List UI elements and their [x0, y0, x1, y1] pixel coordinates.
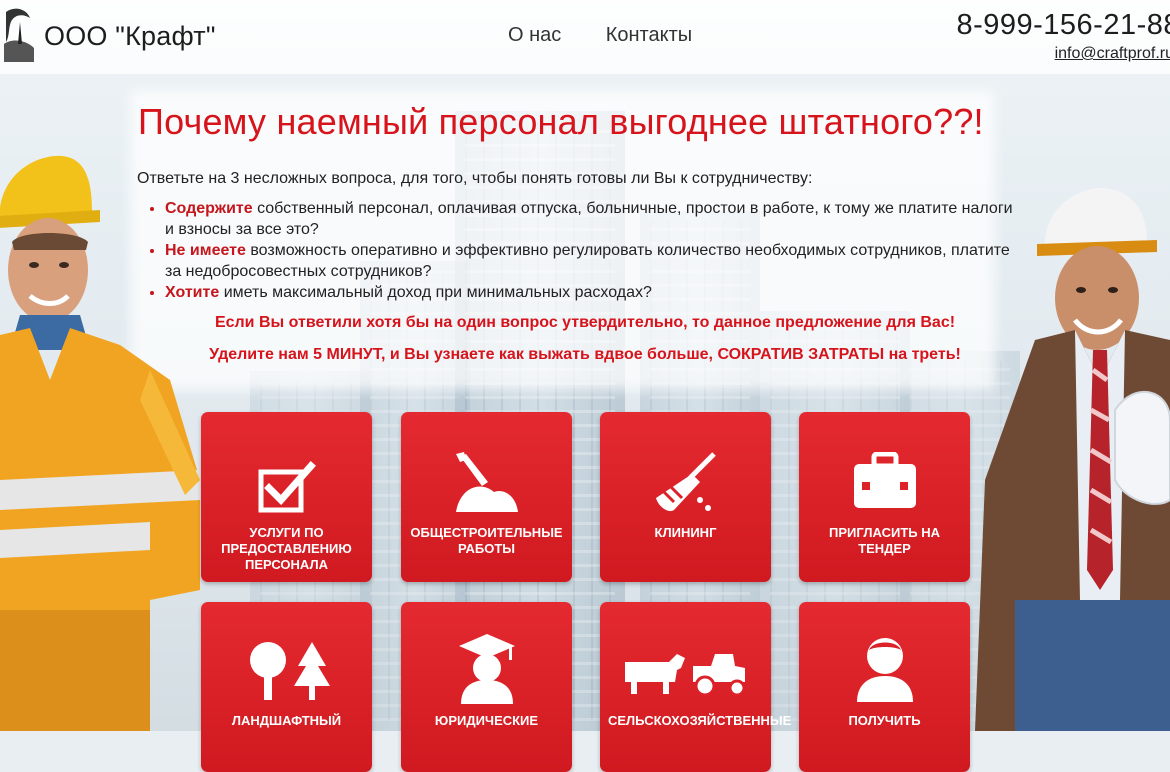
tile-tender[interactable]: ПРИГЛАСИТЬ НА ТЕНДЕР — [799, 412, 970, 582]
graduate-icon — [458, 634, 515, 704]
phone-number[interactable]: 8-999-156-21-88 — [956, 9, 1170, 42]
question-text: иметь максимальный доход при минимальных… — [219, 284, 652, 301]
trees-icon — [249, 642, 330, 700]
question-bold: Содержите — [165, 200, 253, 217]
list-item: Хотите иметь максимальный доход при мини… — [165, 282, 1015, 303]
checkbox-icon — [258, 461, 316, 513]
cow-tractor-icon — [624, 654, 745, 697]
list-item: Не имеете возможность оперативно и эффек… — [165, 240, 1015, 282]
tile-label: ПОЛУЧИТЬ — [848, 713, 921, 728]
briefcase-icon — [853, 452, 916, 508]
site-header: ООО "Крафт" О нас Контакты 8-999-156-21-… — [0, 0, 1170, 74]
email-link[interactable]: info@craftprof.ru — [1055, 45, 1170, 63]
logo-icon[interactable] — [0, 4, 40, 66]
questions-list: Содержите собственный персонал, оплачива… — [145, 198, 1015, 303]
trowel-icon — [455, 452, 518, 512]
tile-staffing[interactable]: УСЛУГИ ПО ПРЕДОСТАВЛЕНИЮ ПЕРСОНАЛА — [201, 412, 372, 582]
question-text: возможность оперативно и эффективно регу… — [165, 242, 1010, 280]
question-bold: Не имеете — [165, 242, 246, 259]
intro-text: Ответьте на 3 несложных вопроса, для тог… — [137, 170, 813, 187]
cta-text-2: Уделите нам 5 МИНУТ, и Вы узнаете как вы… — [209, 346, 961, 363]
tile-label: КЛИНИНГ — [654, 525, 717, 540]
tile-get[interactable]: ПОЛУЧИТЬ — [799, 602, 970, 772]
page-title: Почему наемный персонал выгоднее штатног… — [138, 101, 984, 142]
tile-cleaning[interactable]: КЛИНИНГ — [600, 412, 771, 582]
tile-landscape[interactable]: ЛАНДШАФТНЫЙ — [201, 602, 372, 772]
nav-link-contacts[interactable]: Контакты — [606, 24, 692, 47]
tile-label: ЛАНДШАФТНЫЙ — [231, 713, 342, 728]
person-icon — [856, 638, 913, 702]
tile-construction[interactable]: ОБЩЕСТРОИТЕЛЬНЫЕ РАБОТЫ — [401, 412, 572, 582]
tile-legal[interactable]: ЮРИДИЧЕСКИЕ — [401, 602, 572, 772]
question-text: собственный персонал, оплачивая отпуска,… — [165, 200, 1013, 238]
main-nav: О нас Контакты — [508, 24, 732, 47]
tile-agriculture[interactable]: СЕЛЬСКОХОЗЯЙСТВЕННЫЕ — [600, 602, 792, 772]
nav-link-about[interactable]: О нас — [508, 24, 561, 47]
main-content: Почему наемный персонал выгоднее штатног… — [0, 0, 1170, 772]
broom-icon — [655, 452, 716, 512]
brand-name[interactable]: ООО "Крафт" — [44, 21, 216, 52]
tile-label: ОБЩЕСТРОИТЕЛЬНЫЕ РАБОТЫ — [410, 525, 563, 556]
question-bold: Хотите — [165, 284, 220, 301]
list-item: Содержите собственный персонал, оплачива… — [165, 198, 1015, 240]
cta-text-1: Если Вы ответили хотя бы на один вопрос … — [214, 314, 956, 331]
tile-label: СЕЛЬСКОХОЗЯЙСТВЕННЫЕ — [608, 713, 792, 728]
tile-label: УСЛУГИ ПО ПРЕДОСТАВЛЕНИЮ ПЕРСОНАЛА — [221, 525, 352, 572]
tile-label: ПРИГЛАСИТЬ НА ТЕНДЕР — [829, 525, 940, 556]
tile-label: ЮРИДИЧЕСКИЕ — [434, 713, 539, 728]
